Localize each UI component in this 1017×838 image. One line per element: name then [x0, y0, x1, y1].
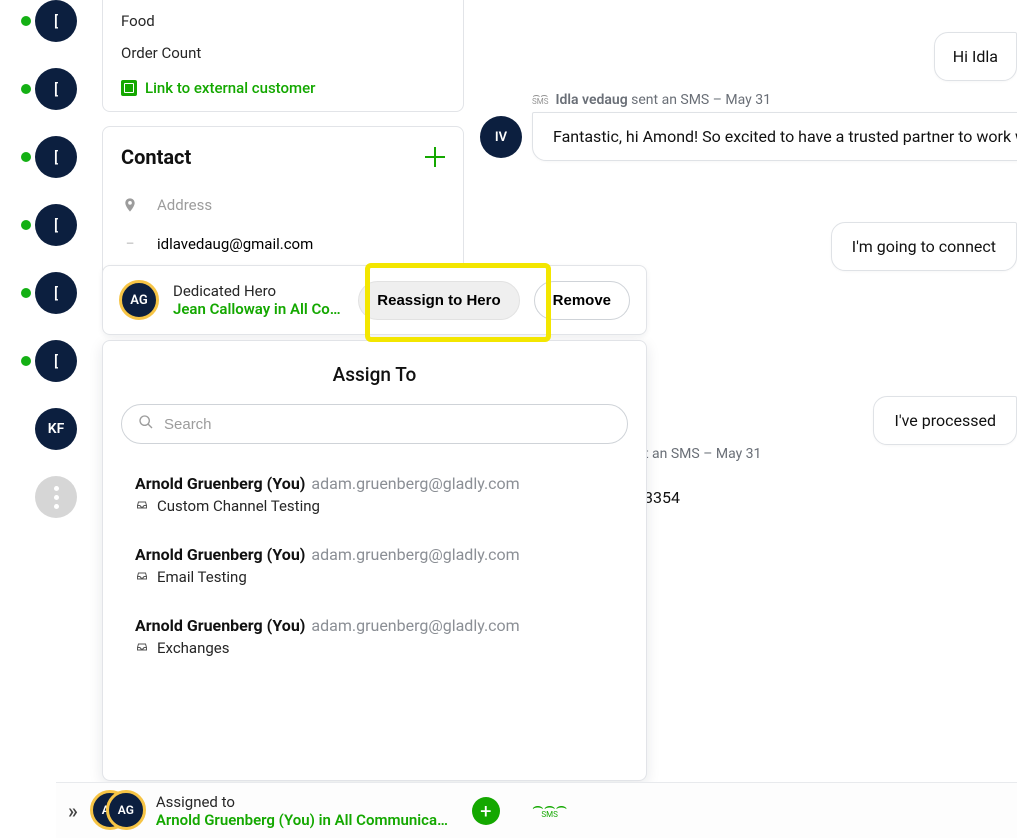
reassign-to-hero-button[interactable]: Reassign to Hero	[358, 281, 519, 320]
plus-icon: +	[480, 801, 491, 821]
expand-chevrons-icon[interactable]: »	[68, 799, 78, 823]
assign-option-channel: Custom Channel Testing	[157, 497, 320, 515]
location-pin-icon	[121, 195, 139, 215]
conversation-avatar[interactable]: [	[35, 0, 77, 42]
status-dot-online	[21, 16, 31, 26]
assign-option-name: Arnold Gruenberg (You)	[135, 616, 305, 635]
message-meta: t an SMS – May 31	[644, 446, 761, 462]
inbox-icon	[135, 497, 149, 515]
conversation-avatar[interactable]: [	[35, 340, 77, 382]
link-external-customer[interactable]: Link to external customer	[121, 69, 445, 97]
contact-card-title: Contact	[121, 145, 191, 169]
message-bubble-outgoing[interactable]: I've processed	[873, 396, 1017, 445]
attribute-row[interactable]: Order Count	[121, 37, 445, 69]
sms-icon: ⌢⌢SMS	[532, 94, 548, 106]
address-placeholder: Address	[157, 196, 212, 214]
assign-option[interactable]: Arnold Gruenberg (You) adam.gruenberg@gla…	[121, 608, 628, 665]
status-dot-online	[21, 356, 31, 366]
footer-assigned-label: Assigned to	[156, 793, 456, 811]
dash-icon: —	[121, 239, 139, 250]
assign-option[interactable]: Arnold Gruenberg (You) adam.gruenberg@gla…	[121, 466, 628, 523]
status-dot-online	[21, 288, 31, 298]
status-dot-online	[21, 84, 31, 94]
contact-card-icon	[121, 80, 137, 96]
message-bubble-outgoing[interactable]: Hi Idla	[934, 32, 1017, 81]
message-bubble-incoming[interactable]: Fantastic, hi Amond! So excited to have …	[532, 112, 1017, 161]
assign-option-channel: Email Testing	[157, 568, 247, 586]
footer-add-button[interactable]: +	[472, 797, 500, 825]
contact-email-value: idlavedaug@gmail.com	[157, 235, 313, 253]
sidebar-left: [ [ [ [ [ [ KF	[0, 0, 90, 838]
details-panel: Food Order Count Link to external custom…	[102, 0, 464, 292]
conversation-avatar[interactable]: [	[35, 136, 77, 178]
assign-option-email: adam.gruenberg@gladly.com	[311, 545, 519, 564]
assign-search-input[interactable]	[164, 416, 611, 433]
assign-option-email: adam.gruenberg@gladly.com	[311, 616, 519, 635]
assign-to-title: Assign To	[121, 363, 628, 386]
message-bubble-outgoing[interactable]: I'm going to connect	[831, 222, 1017, 271]
contact-email-row[interactable]: — idlavedaug@gmail.com	[121, 225, 445, 263]
inbox-icon	[135, 568, 149, 586]
remove-hero-button[interactable]: Remove	[534, 281, 630, 320]
status-dot-online	[21, 152, 31, 162]
attributes-card: Food Order Count Link to external custom…	[102, 0, 464, 112]
footer-avatars[interactable]: AG AG	[90, 790, 144, 832]
hero-subtitle: Jean Calloway in All Commu…	[173, 300, 344, 318]
conversation-avatar[interactable]: [	[35, 272, 77, 314]
message-meta: ⌢⌢SMS Idla vedaug sent an SMS – May 31	[532, 92, 771, 108]
conversation-avatar-kf[interactable]: KF	[35, 408, 77, 450]
assign-option-name: Arnold Gruenberg (You)	[135, 545, 305, 564]
assign-option[interactable]: Arnold Gruenberg (You) adam.gruenberg@gla…	[121, 537, 628, 594]
footer-avatar: AG	[106, 790, 146, 830]
assign-option-name: Arnold Gruenberg (You)	[135, 474, 305, 493]
link-external-label: Link to external customer	[145, 79, 315, 97]
assign-to-panel: Assign To Arnold Gruenberg (You) adam.gru…	[102, 340, 647, 781]
contact-card: Contact Address — idlavedaug@gmail.com	[102, 126, 464, 278]
conversation-avatar[interactable]: [	[35, 68, 77, 110]
conversation-avatar[interactable]: [	[35, 204, 77, 246]
search-icon	[138, 414, 154, 434]
assign-search-box[interactable]	[121, 404, 628, 444]
add-contact-button[interactable]	[425, 147, 445, 167]
dedicated-hero-card: AG Dedicated Hero Jean Calloway in All C…	[102, 265, 647, 335]
assign-option-channel: Exchanges	[157, 639, 230, 657]
more-conversations-button[interactable]	[35, 476, 77, 518]
contact-address-row[interactable]: Address	[121, 185, 445, 225]
footer-sms-button[interactable]: ⌢⌢⌢SMS	[532, 802, 568, 818]
attribute-row[interactable]: Food	[121, 5, 445, 37]
status-dot-online	[21, 220, 31, 230]
hero-title: Dedicated Hero	[173, 282, 344, 300]
footer-bar: » AG AG Assigned to Arnold Gruenberg (Yo…	[56, 782, 1017, 838]
hero-avatar[interactable]: AG	[119, 280, 159, 320]
avatar-iv[interactable]: IV	[480, 116, 522, 158]
message-number: 3354	[644, 488, 680, 507]
footer-assigned-value[interactable]: Arnold Gruenberg (You) in All Communica…	[156, 811, 456, 829]
inbox-icon	[135, 639, 149, 657]
assign-option-email: adam.gruenberg@gladly.com	[311, 474, 519, 493]
